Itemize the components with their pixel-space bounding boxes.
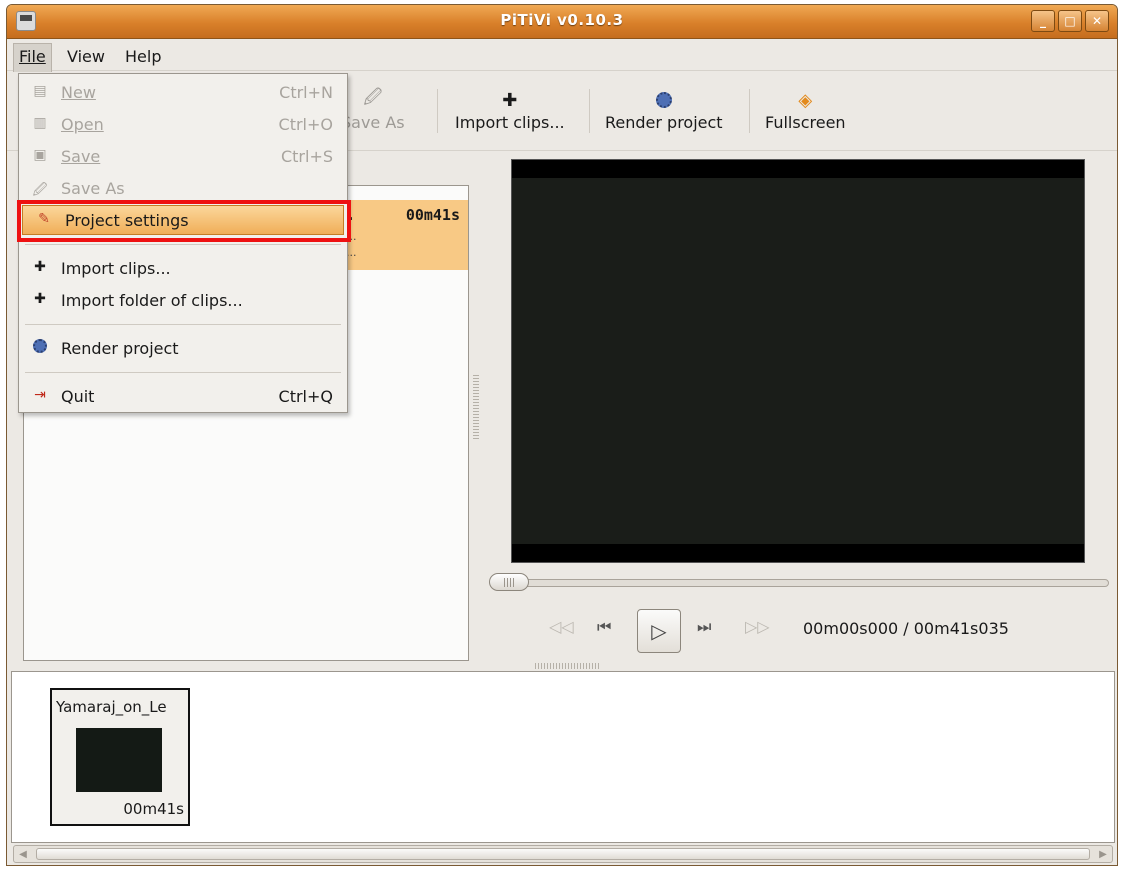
skip-to-start-icon[interactable]: ⏮: [597, 617, 611, 637]
timeline-scrollbar[interactable]: ◀ ▶: [13, 845, 1113, 863]
timecode-display: 00m00s000 / 00m41s035: [803, 619, 1009, 638]
render-icon: [31, 339, 49, 357]
save-icon: ▣: [33, 147, 47, 163]
plus-icon: ✚: [34, 291, 46, 307]
menu-view[interactable]: View: [67, 47, 105, 66]
maximize-button[interactable]: □: [1058, 10, 1082, 32]
file-menu-dropdown: ▤ New Ctrl+N ▥ Open Ctrl+O ▣ Save Ctrl+S…: [18, 73, 348, 413]
timeline-clip-name: Yamaraj_on_Le: [56, 698, 167, 716]
menu-separator: [25, 324, 341, 325]
save-as-button[interactable]: 🖉 Save As: [341, 87, 405, 132]
toolbar-separator: [437, 89, 438, 133]
menu-item-render-project[interactable]: Render project: [19, 334, 347, 364]
menu-item-quit[interactable]: ⇥ Quit Ctrl+Q: [19, 382, 347, 412]
plus-icon: ✚: [34, 259, 46, 275]
clip-thumbnail: [76, 728, 162, 792]
menu-item-new[interactable]: ▤ New Ctrl+N: [19, 78, 347, 108]
scroll-right-icon[interactable]: ▶: [1094, 846, 1112, 862]
save-as-icon: 🖉: [363, 87, 383, 108]
pane-resize-handle[interactable]: [473, 375, 479, 441]
fullscreen-icon: ◈: [798, 89, 813, 111]
menu-separator: [25, 244, 341, 245]
menu-help[interactable]: Help: [125, 47, 161, 66]
timeline-area[interactable]: Yamaraj_on_Le 00m41s: [11, 671, 1115, 843]
play-button[interactable]: ▷: [637, 609, 681, 653]
fullscreen-button[interactable]: ◈ Fullscreen: [765, 87, 846, 133]
minimize-button[interactable]: _: [1031, 10, 1055, 32]
seek-slider[interactable]: [491, 579, 1109, 587]
fast-forward-icon[interactable]: ▷▷: [745, 617, 770, 636]
menu-item-import-folder[interactable]: ✚ Import folder of clips...: [19, 286, 347, 316]
open-icon: ▥: [33, 115, 47, 131]
rewind-icon[interactable]: ◁◁: [549, 617, 574, 636]
import-clips-button[interactable]: ✚ Import clips...: [455, 87, 565, 133]
title-bar[interactable]: PiTiVi v0.10.3 _ □ ✕: [7, 5, 1117, 39]
new-icon: ▤: [33, 83, 47, 99]
video-frame: [512, 178, 1084, 544]
pane-resize-handle[interactable]: [535, 663, 601, 669]
menu-item-open[interactable]: ▥ Open Ctrl+O: [19, 110, 347, 140]
video-viewer: [511, 159, 1085, 563]
menu-bar: File View Help: [7, 39, 1117, 72]
highlight-annotation: [17, 200, 351, 242]
menu-item-save[interactable]: ▣ Save Ctrl+S: [19, 142, 347, 172]
seek-slider-handle[interactable]: [489, 573, 529, 591]
play-icon: ▷: [651, 619, 667, 643]
render-icon: [655, 87, 672, 113]
toolbar-separator: [589, 89, 590, 133]
quit-icon: ⇥: [34, 387, 46, 403]
menu-file[interactable]: File: [13, 43, 52, 72]
render-project-button[interactable]: Render project: [605, 87, 723, 132]
toolbar-separator: [749, 89, 750, 133]
scroll-left-icon[interactable]: ◀: [14, 846, 32, 862]
menu-item-import-clips[interactable]: ✚ Import clips...: [19, 254, 347, 284]
timeline-clip[interactable]: Yamaraj_on_Le 00m41s: [50, 688, 190, 826]
save-as-icon: 🖉: [32, 182, 48, 198]
scrollbar-thumb[interactable]: [36, 848, 1090, 860]
menu-separator: [25, 372, 341, 373]
skip-to-end-icon[interactable]: ⏭: [697, 617, 711, 637]
window-title: PiTiVi v0.10.3: [500, 11, 624, 29]
close-button[interactable]: ✕: [1085, 10, 1109, 32]
plus-icon: ✚: [502, 89, 518, 111]
pitivi-window: PiTiVi v0.10.3 _ □ ✕ File View Help 🖉 Sa…: [6, 4, 1118, 866]
timeline-clip-duration: 00m41s: [123, 800, 184, 818]
clip-duration: 00m41s: [405, 206, 460, 224]
